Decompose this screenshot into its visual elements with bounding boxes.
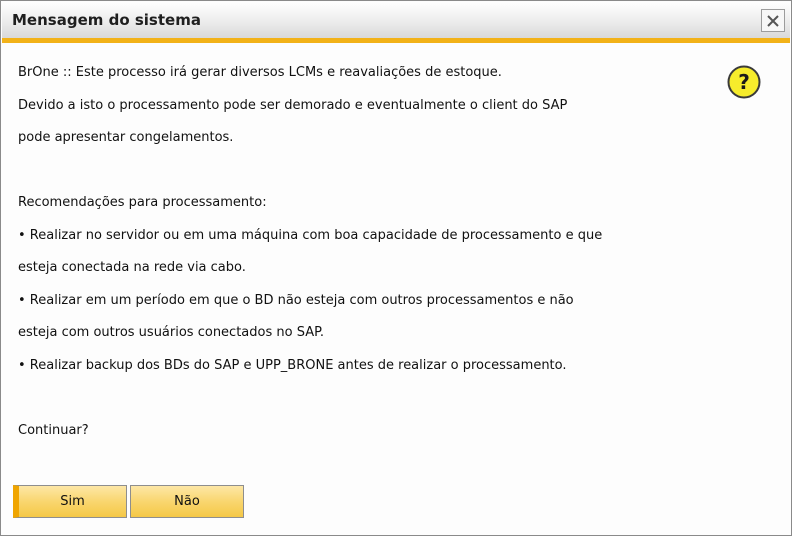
yes-button-label: Sim [60, 494, 85, 509]
message-line: • Realizar no servidor ou em uma máquina… [18, 227, 603, 243]
message-line [18, 388, 718, 421]
title-accent-bar [2, 38, 790, 43]
message-line: Continuar? [18, 422, 89, 438]
message-dialog: Mensagem do sistema ? BrOne :: Este proc… [0, 0, 792, 536]
svg-text:?: ? [738, 70, 750, 94]
title-bar[interactable]: Mensagem do sistema [2, 2, 790, 38]
message-line: Recomendações para processamento: [18, 195, 267, 210]
message-body: BrOne :: Este processo irá gerar diverso… [18, 63, 718, 453]
message-line: esteja com outros usuários conectados no… [18, 325, 325, 340]
close-icon [767, 14, 779, 27]
message-line: • Realizar em um período em que o BD não… [18, 292, 574, 308]
dialog-title: Mensagem do sistema [12, 11, 201, 29]
message-line [18, 161, 718, 194]
message-line: • Realizar backup dos BDs do SAP e UPP_B… [18, 357, 567, 373]
message-line: esteja conectada na rede via cabo. [18, 260, 246, 275]
message-line: pode apresentar congelamentos. [18, 130, 234, 145]
question-icon: ? [727, 65, 761, 99]
message-line: Devido a isto o processamento pode ser d… [18, 97, 568, 113]
close-button[interactable] [761, 9, 785, 32]
no-button-label: Não [174, 494, 200, 509]
yes-button[interactable]: Sim [13, 485, 127, 518]
message-line: BrOne :: Este processo irá gerar diverso… [18, 65, 502, 80]
no-button[interactable]: Não [130, 485, 244, 518]
